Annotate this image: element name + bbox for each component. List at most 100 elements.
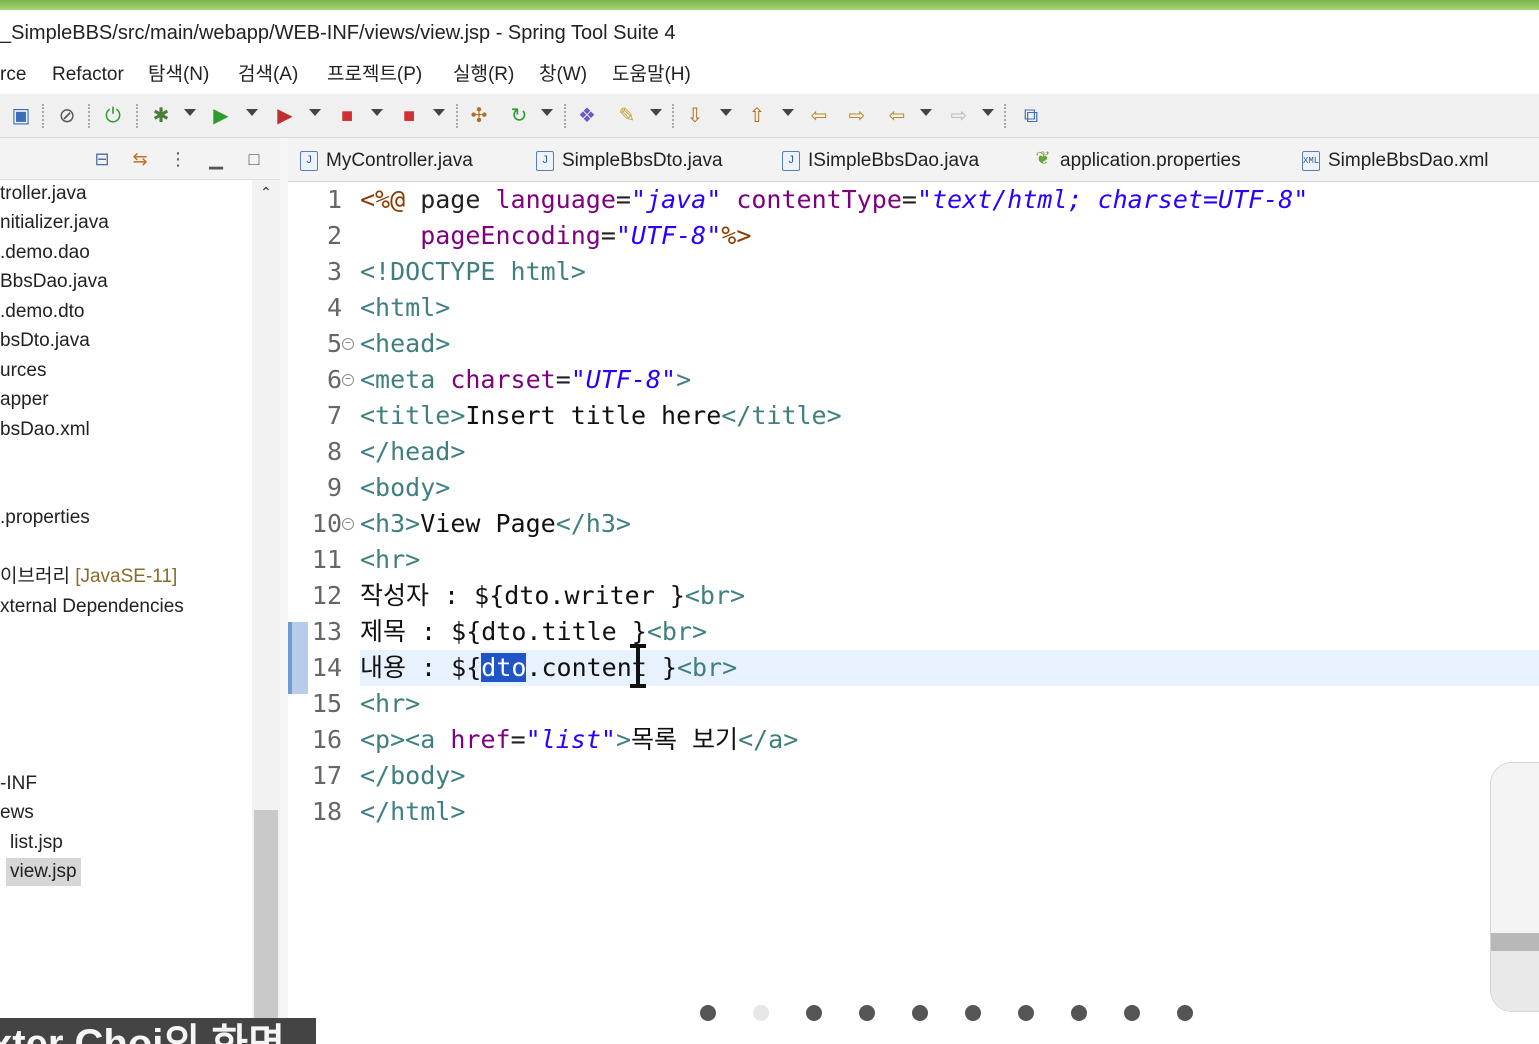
menu-project[interactable]: 프로젝트(P) [327, 56, 422, 94]
menu-source[interactable]: rce [0, 56, 26, 94]
build-icon[interactable]: ✣ [466, 103, 492, 129]
spring-boot-icon[interactable]: ⏻ [100, 103, 126, 129]
tab-simplebbsdao-xml[interactable]: XML SimpleBbsDao.xml [1302, 144, 1489, 178]
back-icon[interactable]: ⇦ [884, 103, 910, 129]
refresh-icon[interactable]: ↻ [506, 103, 532, 129]
fold-toggle-icon[interactable]: − [342, 338, 354, 350]
code-line[interactable]: <h3>View Page</h3> [360, 506, 631, 542]
code-line[interactable]: <hr> [360, 542, 420, 578]
open-folder-icon[interactable]: ❖ [574, 103, 600, 129]
chevron-down-icon[interactable] [782, 109, 794, 116]
code-line[interactable]: <%@ page language="java" contentType="te… [360, 182, 1308, 218]
run-external-icon[interactable]: ▶ [272, 103, 298, 129]
menu-window[interactable]: 창(W) [539, 56, 587, 94]
code-line[interactable]: <title>Insert title here</title> [360, 398, 842, 434]
last-edit-left-icon[interactable]: ⇦ [806, 103, 832, 129]
tree-item[interactable]: .demo.dto [0, 298, 85, 326]
code-line-current[interactable]: 내용 : ${dto.content }<br> [360, 650, 737, 686]
tree-item[interactable]: .demo.dao [0, 239, 90, 267]
chevron-down-icon[interactable] [433, 109, 445, 116]
code-text[interactable]: <%@ page language="java" contentType="te… [360, 182, 1539, 1044]
carousel-dot[interactable] [753, 1005, 769, 1021]
fold-toggle-icon[interactable]: − [342, 518, 354, 530]
carousel-dot[interactable] [700, 1005, 716, 1021]
chevron-down-icon[interactable] [650, 109, 662, 116]
code-line[interactable]: <p><a href="list">목록 보기</a> [360, 722, 798, 758]
chevron-up-icon[interactable]: ⌃ [258, 184, 274, 200]
next-annotation-icon[interactable]: ⇩ [682, 103, 708, 129]
tree-item[interactable]: bsDto.java [0, 327, 90, 355]
code-line[interactable]: </body> [360, 758, 465, 794]
tree-scrollbar[interactable]: ⌃ [252, 180, 280, 1044]
chevron-down-icon[interactable] [982, 109, 994, 116]
tree-item-library[interactable]: 이브러리 [JavaSE-11] [0, 563, 177, 591]
menu-refactor[interactable]: Refactor [52, 56, 124, 94]
tab-application-properties[interactable]: ❦ application.properties [1034, 144, 1240, 178]
tree-item[interactable]: list.jsp [10, 829, 63, 857]
carousel-dot[interactable] [1071, 1005, 1087, 1021]
tab-mycontroller[interactable]: J MyController.java [300, 144, 473, 178]
link-with-editor-icon[interactable]: ⇆ [128, 147, 152, 171]
view-menu-icon[interactable]: ⋮ [166, 147, 190, 171]
scrollbar-thumb[interactable] [254, 810, 278, 1044]
chevron-down-icon[interactable] [371, 109, 383, 116]
chevron-down-icon[interactable] [541, 109, 553, 116]
filter-icon[interactable]: ⊘ [54, 103, 80, 129]
menu-help[interactable]: 도움말(H) [612, 56, 691, 94]
tree-item[interactable]: xternal Dependencies [0, 593, 184, 621]
code-line[interactable]: <html> [360, 290, 450, 326]
collapse-all-icon[interactable]: ⊟ [90, 147, 114, 171]
tree-item[interactable]: nitializer.java [0, 209, 109, 237]
terminal-icon[interactable]: ▣ [8, 103, 34, 129]
tree-item[interactable]: .properties [0, 504, 90, 532]
carousel-dot[interactable] [912, 1005, 928, 1021]
minimize-icon[interactable]: ▁ [204, 147, 228, 171]
stop-external-icon[interactable]: ■ [396, 103, 422, 129]
tree-item[interactable]: ews [0, 799, 34, 827]
code-line[interactable]: <head> [360, 326, 450, 362]
wand-icon[interactable]: ✎ [614, 103, 640, 129]
code-line[interactable]: <body> [360, 470, 450, 506]
chevron-down-icon[interactable] [920, 109, 932, 116]
chevron-down-icon[interactable] [720, 109, 732, 116]
carousel-dot[interactable] [1018, 1005, 1034, 1021]
run-icon[interactable]: ▶ [208, 103, 234, 129]
stop-icon[interactable]: ■ [334, 103, 360, 129]
carousel-dot[interactable] [965, 1005, 981, 1021]
open-perspective-icon[interactable]: ⧉ [1018, 103, 1044, 129]
carousel-dot[interactable] [1177, 1005, 1193, 1021]
previous-annotation-icon[interactable]: ⇧ [744, 103, 770, 129]
debug-icon[interactable]: ✱ [148, 103, 174, 129]
chevron-down-icon[interactable] [184, 109, 196, 116]
code-line[interactable]: 제목 : ${dto.title }<br> [360, 614, 707, 650]
project-tree: troller.java nitializer.java .demo.dao B… [0, 180, 252, 1044]
chevron-down-icon[interactable] [309, 109, 321, 116]
chevron-down-icon[interactable] [246, 109, 258, 116]
forward-icon[interactable]: ⇨ [946, 103, 972, 129]
tab-isimplebbsdao[interactable]: J ISimpleBbsDao.java [782, 144, 979, 178]
code-line[interactable]: pageEncoding="UTF-8"%> [360, 218, 751, 254]
tree-item-selected[interactable]: view.jsp [6, 858, 81, 886]
code-line[interactable]: 작성자 : ${dto.writer }<br> [360, 578, 745, 614]
tree-item[interactable]: -INF [0, 770, 37, 798]
tree-item[interactable]: BbsDao.java [0, 268, 108, 296]
menu-run[interactable]: 실행(R) [453, 56, 514, 94]
tab-simplebbsdto[interactable]: J SimpleBbsDto.java [536, 144, 723, 178]
carousel-dot[interactable] [1124, 1005, 1140, 1021]
menu-navigate[interactable]: 탐색(N) [148, 56, 209, 94]
carousel-dot[interactable] [806, 1005, 822, 1021]
code-line[interactable]: </html> [360, 794, 465, 830]
tree-item[interactable]: bsDao.xml [0, 416, 90, 444]
code-line[interactable]: <!DOCTYPE html> [360, 254, 586, 290]
code-line[interactable]: <hr> [360, 686, 420, 722]
code-line[interactable]: <meta charset="UTF-8"> [360, 362, 691, 398]
tree-item[interactable]: troller.java [0, 180, 87, 208]
fold-toggle-icon[interactable]: − [342, 374, 354, 386]
maximize-icon[interactable]: □ [242, 147, 266, 171]
carousel-dot[interactable] [859, 1005, 875, 1021]
last-edit-right-icon[interactable]: ⇨ [844, 103, 870, 129]
tree-item[interactable]: apper [0, 386, 49, 414]
tree-item[interactable]: urces [0, 357, 46, 385]
menu-search[interactable]: 검색(A) [238, 56, 298, 94]
code-line[interactable]: </head> [360, 434, 465, 470]
